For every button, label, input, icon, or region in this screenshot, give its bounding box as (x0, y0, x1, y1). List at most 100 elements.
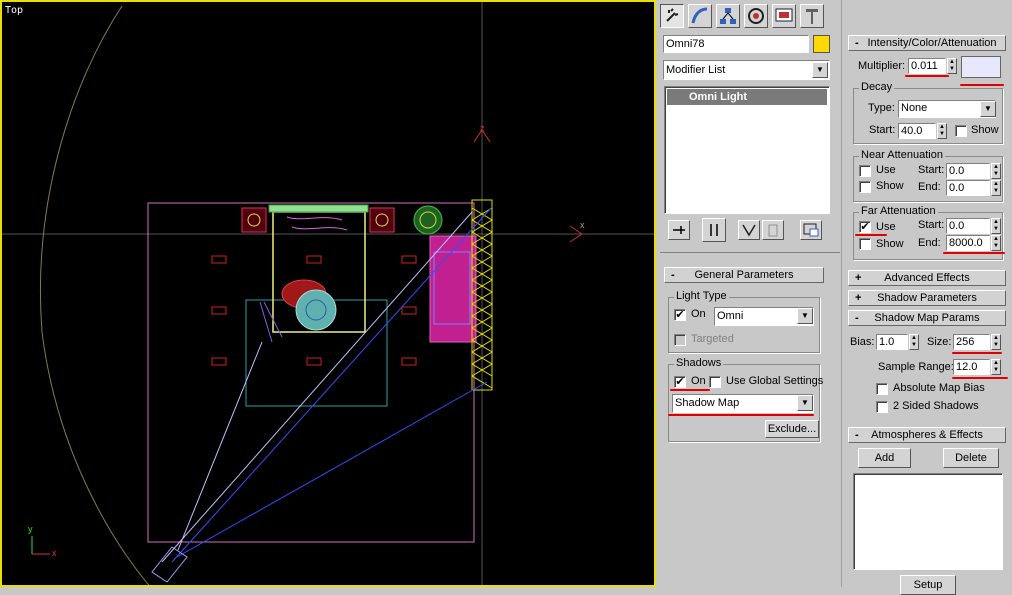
chevron-down-icon[interactable]: ▼ (797, 395, 813, 411)
top-viewport[interactable]: Top x z y x (0, 0, 656, 587)
sample-range-field[interactable]: 12.0 (953, 359, 990, 375)
sample-range-label: Sample Range: (878, 361, 954, 373)
near-show-checkbox[interactable] (859, 181, 871, 193)
decay-show-checkbox[interactable] (955, 125, 967, 137)
annotation-underline (668, 414, 814, 416)
viewport-label[interactable]: Top (5, 5, 23, 16)
decay-start-spinner[interactable]: ▲ ▼ (937, 123, 947, 139)
configure-modifier-sets-icon[interactable] (800, 220, 822, 240)
far-show-label: Show (876, 238, 904, 250)
modifier-stack[interactable]: Omni Light (664, 86, 830, 214)
far-use-checkbox[interactable]: ✔ (859, 221, 871, 233)
targeted-checkbox[interactable] (674, 334, 686, 346)
absolute-map-bias-label: Absolute Map Bias (893, 382, 985, 394)
show-end-result-icon[interactable] (702, 218, 726, 242)
light-type-title: Light Type (674, 290, 729, 302)
light-color-swatch[interactable] (961, 56, 1001, 78)
decay-start-label: Start: (869, 124, 896, 136)
rollout-title: Advanced Effects (884, 272, 970, 284)
bias-label: Bias: (850, 336, 875, 348)
use-global-settings-checkbox[interactable] (709, 376, 721, 388)
multiplier-field[interactable]: 0.011 (908, 58, 946, 74)
intensity-rollout[interactable]: - Intensity/Color/Attenuation (848, 35, 1006, 51)
motion-icon[interactable] (744, 4, 768, 28)
two-sided-shadows-checkbox[interactable] (876, 401, 888, 413)
decay-title: Decay (859, 81, 895, 93)
two-sided-shadows-label: 2 Sided Shadows (893, 400, 979, 412)
advanced-effects-rollout[interactable]: + Advanced Effects (848, 270, 1006, 286)
stack-item-omni-light[interactable]: Omni Light (667, 89, 827, 105)
annotation-underline (943, 252, 1005, 254)
decay-start-field[interactable]: 40.0 (898, 123, 936, 139)
near-end-field[interactable]: 0.0 (946, 180, 990, 196)
absolute-map-bias-checkbox[interactable] (876, 383, 888, 395)
near-start-field[interactable]: 0.0 (946, 163, 990, 179)
near-use-checkbox[interactable] (859, 165, 871, 177)
far-end-field[interactable]: 8000.0 (946, 235, 990, 251)
chevron-down-icon[interactable]: ▼ (797, 308, 813, 324)
decay-type-label: Type: (868, 102, 895, 114)
bias-field[interactable]: 1.0 (876, 334, 908, 350)
modify-icon[interactable] (688, 4, 712, 28)
rollout-title: General Parameters (694, 269, 794, 281)
divider (660, 252, 840, 253)
z-axis-label: z (480, 123, 485, 133)
object-color-swatch[interactable] (813, 35, 830, 53)
rollout-title: Shadow Map Params (874, 312, 980, 324)
shadow-parameters-rollout[interactable]: + Shadow Parameters (848, 290, 1006, 306)
targeted-label: Targeted (691, 333, 734, 345)
near-show-label: Show (876, 180, 904, 192)
light-on-checkbox[interactable]: ✔ (674, 309, 686, 321)
delete-button[interactable]: Delete (943, 448, 999, 468)
modifier-list-dropdown[interactable]: Modifier List (663, 60, 830, 80)
utilities-icon[interactable] (800, 4, 824, 28)
annotation-underline (855, 234, 887, 236)
atmospheres-rollout[interactable]: - Atmospheres & Effects (848, 427, 1006, 443)
shadow-type-dropdown[interactable]: Shadow Map (672, 394, 814, 413)
make-unique-icon[interactable] (738, 220, 760, 240)
far-start-field[interactable]: 0.0 (946, 218, 990, 234)
x-axis-label: x (580, 220, 585, 230)
pin-stack-icon[interactable] (668, 220, 690, 240)
sample-range-spinner[interactable]: ▲ ▼ (991, 359, 1001, 375)
shadows-on-checkbox[interactable]: ✔ (674, 376, 686, 388)
scene-drawing (2, 2, 654, 585)
setup-button[interactable]: Setup (900, 575, 956, 595)
display-icon[interactable] (772, 4, 796, 28)
add-button[interactable]: Add (858, 448, 911, 468)
chevron-down-icon[interactable]: ▼ (980, 101, 996, 117)
size-label: Size: (927, 336, 952, 348)
column-divider (841, 0, 842, 587)
bias-spinner[interactable]: ▲ ▼ (909, 334, 919, 350)
near-use-label: Use (876, 164, 896, 176)
rollout-title: Shadow Parameters (877, 292, 977, 304)
far-end-spinner[interactable]: ▲ ▼ (991, 235, 1001, 251)
far-show-checkbox[interactable] (859, 238, 871, 250)
multiplier-spinner[interactable]: ▲ ▼ (947, 58, 957, 74)
far-start-label: Start: (918, 219, 945, 231)
gizmo-x-label: x (52, 548, 57, 558)
modifier-list-label: Modifier List (666, 64, 726, 76)
shadows-on-label: On (691, 375, 706, 387)
far-start-spinner[interactable]: ▲ ▼ (991, 218, 1001, 234)
rollout-title: Intensity/Color/Attenuation (867, 37, 997, 49)
create-icon[interactable] (660, 4, 684, 28)
exclude-button[interactable]: Exclude... (765, 420, 819, 438)
size-spinner[interactable]: ▲ ▼ (991, 334, 1001, 350)
object-name-field[interactable]: Omni78 (663, 35, 809, 53)
light-on-label: On (691, 308, 706, 320)
atmospheres-list[interactable] (853, 473, 1003, 570)
remove-modifier-icon[interactable] (762, 220, 784, 240)
annotation-underline (952, 377, 1008, 379)
shadow-map-params-rollout[interactable]: - Shadow Map Params (848, 310, 1006, 326)
far-attenuation-title: Far Attenuation (859, 205, 938, 217)
size-field[interactable]: 256 (953, 334, 990, 350)
near-end-spinner[interactable]: ▲ ▼ (991, 180, 1001, 196)
annotation-underline (670, 389, 710, 391)
near-start-label: Start: (918, 164, 945, 176)
far-use-label: Use (876, 221, 896, 233)
near-start-spinner[interactable]: ▲ ▼ (991, 163, 1001, 179)
chevron-down-icon[interactable]: ▼ (812, 62, 828, 78)
general-parameters-rollout[interactable]: - General Parameters (664, 267, 824, 283)
hierarchy-icon[interactable] (716, 4, 740, 28)
